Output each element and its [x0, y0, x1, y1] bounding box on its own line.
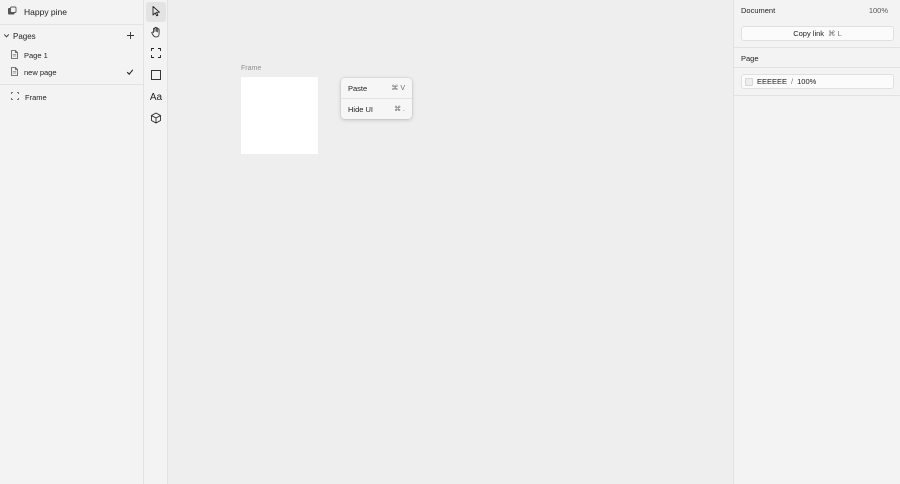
menu-item-paste[interactable]: Paste ⌘ V	[341, 78, 412, 98]
checkmark-icon	[126, 68, 134, 78]
page-item-label: new page	[24, 68, 57, 77]
project-icon	[7, 6, 17, 18]
hand-tool[interactable]	[146, 23, 166, 43]
frame-icon	[150, 47, 162, 61]
inspector-header: Document 100%	[734, 0, 900, 20]
page-item-new-page[interactable]: new page	[0, 64, 143, 81]
component-tool[interactable]	[146, 109, 166, 129]
separator-slash: /	[791, 77, 794, 86]
page-item-label: Page 1	[24, 51, 48, 60]
page-background-opacity[interactable]: 100%	[797, 77, 816, 86]
inspector-panel: Document 100% Copy link ⌘ L Page EEEEEE …	[733, 0, 900, 484]
left-sidebar: Happy pine Pages Page 1 new page Frame	[0, 0, 144, 484]
layer-item-label: Frame	[25, 92, 47, 102]
hand-icon	[150, 26, 162, 40]
sidebar-divider	[0, 84, 143, 85]
document-label: Document	[741, 5, 776, 15]
canvas[interactable]: Frame	[168, 0, 733, 484]
pages-label: Pages	[13, 31, 36, 41]
copy-link-button[interactable]: Copy link ⌘ L	[741, 26, 894, 41]
page-section-label: Page	[741, 54, 759, 63]
page-item-page-1[interactable]: Page 1	[0, 47, 143, 64]
page-icon	[11, 67, 18, 78]
menu-item-shortcut: ⌘ V	[391, 85, 405, 92]
text-icon: Aa	[149, 91, 163, 103]
project-title: Happy pine	[24, 7, 68, 17]
layer-item-frame[interactable]: Frame	[0, 89, 143, 105]
menu-item-label: Paste	[348, 83, 368, 93]
rectangle-icon	[150, 69, 162, 83]
rectangle-tool[interactable]	[146, 66, 166, 86]
tool-palette: Aa	[144, 0, 168, 484]
frame-label[interactable]: Frame	[241, 65, 261, 72]
inspector-divider	[734, 47, 900, 48]
frame-tool[interactable]	[146, 44, 166, 64]
menu-item-hide-ui[interactable]: Hide UI ⌘ .	[341, 99, 412, 119]
pointer-icon	[150, 5, 162, 19]
inspector-divider	[734, 67, 900, 68]
menu-item-shortcut: ⌘ .	[394, 106, 405, 113]
page-icon	[11, 50, 18, 61]
pages-section-header[interactable]: Pages	[0, 25, 143, 47]
page-background-hex[interactable]: EEEEEE	[757, 77, 787, 86]
project-header[interactable]: Happy pine	[0, 0, 143, 25]
add-page-icon[interactable]	[126, 31, 135, 42]
page-background-field[interactable]: EEEEEE / 100%	[741, 74, 894, 89]
frame[interactable]	[241, 77, 318, 154]
menu-item-label: Hide UI	[348, 104, 374, 114]
frame-layer-icon	[11, 92, 19, 102]
copy-link-label: Copy link	[793, 29, 825, 38]
cube-icon	[150, 112, 162, 126]
inspector-divider	[734, 95, 900, 96]
text-tool[interactable]: Aa	[146, 87, 166, 107]
pointer-tool[interactable]	[146, 2, 166, 22]
color-swatch[interactable]	[745, 77, 753, 86]
zoom-level[interactable]: 100%	[869, 6, 888, 15]
copy-link-shortcut: ⌘ L	[828, 29, 842, 38]
chevron-down-icon[interactable]	[3, 32, 10, 41]
context-menu: Paste ⌘ V Hide UI ⌘ .	[341, 78, 412, 119]
